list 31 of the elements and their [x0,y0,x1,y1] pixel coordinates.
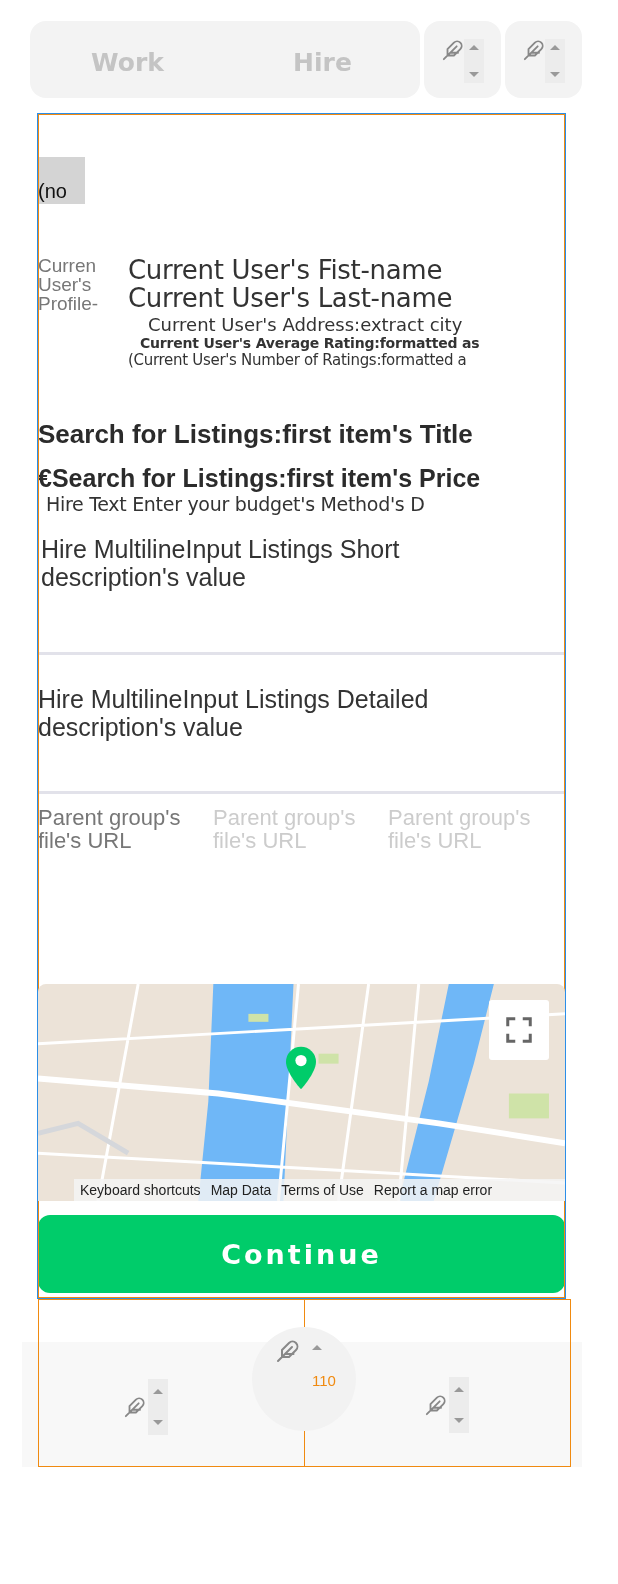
spinner-control[interactable] [449,1377,469,1433]
listing-price: €Search for Listings:first item's Price [38,464,482,493]
map-footer-link[interactable]: Report a map error [373,1182,493,1198]
spinner-control[interactable] [148,1379,168,1435]
map-footer-link[interactable]: Terms of Use [281,1182,364,1198]
budget-method-text: Hire Text Enter your budget's Method's D [45,493,426,515]
up-arrow-icon [312,1345,322,1350]
count-label: 110 [312,1372,336,1389]
feather-icon [124,1396,146,1418]
spinner-control[interactable] [463,39,484,83]
map-footer-link[interactable]: Keyboard shortcuts [80,1182,201,1198]
image-upload-field[interactable]: (no [38,157,85,204]
feather-icon [441,39,464,61]
file-url-text: Parent group's file's URL [38,806,182,852]
address-text: Current User's Address:extract city [147,314,464,335]
map-footer-link[interactable]: Map Data [210,1182,272,1198]
short-description-field[interactable]: Hire MultilineInput Listings Short description's value [38,531,565,655]
detailed-description-field[interactable]: Hire MultilineInput Listings Detailed description's value [38,655,565,794]
last-name: Current User's Last-name [128,284,454,312]
listing-title: Search for Listings:first item's Title [38,419,474,450]
feather-icon [522,39,545,61]
spinner-control[interactable] [544,39,565,83]
feather-icon [425,1394,447,1416]
fullscreen-icon [504,1015,534,1045]
profile-image-alt-text: Curren User's Profile- [38,256,100,314]
rating-text: Current User's Average Rating:formatted as [139,335,481,351]
ratings-count: (Current User's Number of Ratings:formatted a [128,351,468,369]
first-name: Current User's Fist-name [128,256,444,284]
fullscreen-button[interactable] [489,1000,549,1060]
feather-icon [276,1339,300,1363]
map-pin-icon [286,1046,316,1090]
